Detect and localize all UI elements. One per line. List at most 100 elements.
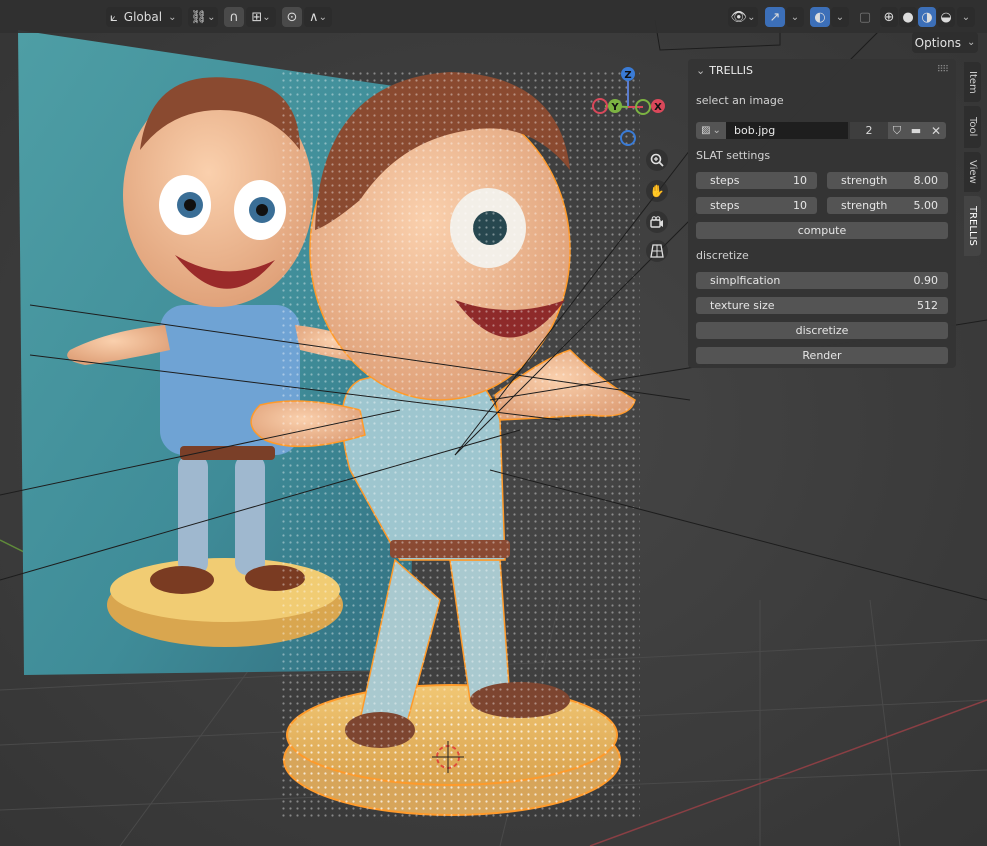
visibility-dropdown[interactable]: 👁 ⌄ — [728, 7, 758, 27]
gizmo-toggle[interactable]: ↗ — [765, 7, 785, 27]
open-folder-icon[interactable]: ▬ — [906, 122, 926, 139]
strength-field-2[interactable]: strength 5.00 — [827, 197, 948, 214]
steps-label: steps — [710, 199, 740, 212]
navigation-gizmo[interactable]: Z X Y — [588, 62, 673, 152]
slat-settings-label: SLAT settings — [696, 149, 771, 162]
strength-field-1[interactable]: strength 8.00 — [827, 172, 948, 189]
tab-tool[interactable]: Tool — [964, 106, 981, 148]
texture-size-label: texture size — [710, 299, 775, 312]
transform-orientation-dropdown[interactable]: ⟀ Global ⌄ — [106, 7, 182, 27]
chevron-down-icon: ⌄ — [318, 11, 327, 23]
solid-shading-button[interactable]: ● — [899, 7, 917, 27]
chevron-down-icon: ⌄ — [168, 11, 177, 23]
gizmo-x-label: X — [654, 102, 662, 113]
chevron-down-icon: ⌄ — [747, 11, 756, 23]
gizmo-icon: ↗ — [769, 9, 781, 25]
chevron-down-icon: ⌄ — [207, 11, 216, 23]
chevron-down-icon: ⌄ — [961, 11, 971, 23]
solid-sphere-icon: ● — [902, 9, 914, 25]
gizmo-z-label: Z — [624, 70, 631, 81]
material-preview-button[interactable]: ◑ — [918, 7, 936, 27]
pivot-point-dropdown[interactable]: ⛓ ⌄ — [188, 7, 218, 27]
viewport-header: ⟀ Global ⌄ ⛓ ⌄ ∩ ⊞ ⌄ ⊙ ∧ ⌄ 👁 ⌄ ↗ ⌄ ◐ ⌄ ▢ ⊕ ●… — [0, 0, 987, 33]
zoom-icon[interactable] — [646, 149, 668, 171]
perspective-grid-icon[interactable] — [646, 240, 668, 262]
strength-value: 8.00 — [913, 174, 939, 187]
image-users-count[interactable]: 2 — [850, 122, 888, 139]
simplification-label: simplfication — [710, 274, 781, 287]
proportional-editing-toggle[interactable]: ⊙ — [282, 7, 302, 27]
image-browse-dropdown[interactable]: ▨ ⌄ — [696, 122, 726, 139]
chevron-down-icon: ⌄ — [835, 11, 845, 23]
magnet-icon: ∩ — [229, 9, 239, 25]
snap-increment-icon: ⊞ — [251, 9, 263, 25]
gizmo-y-label: Y — [610, 102, 619, 113]
material-sphere-icon: ◑ — [921, 9, 933, 25]
image-name-field[interactable]: bob.jpg — [726, 122, 848, 139]
compute-button[interactable]: compute — [696, 222, 948, 239]
orientation-axes-icon: ⟀ — [110, 9, 118, 25]
steps-value: 10 — [793, 174, 807, 187]
xray-toggle[interactable]: ▢ — [856, 7, 874, 27]
strength-label: strength — [841, 199, 888, 212]
options-label: Options — [914, 35, 961, 50]
chevron-down-icon: ⌄ — [712, 125, 721, 136]
tab-trellis-label: TRELLIS — [967, 206, 978, 246]
steps-field-2[interactable]: steps 10 — [696, 197, 817, 214]
pan-hand-icon[interactable]: ✋ — [646, 180, 668, 202]
texture-size-value: 512 — [917, 299, 938, 312]
chevron-down-icon: ⌄ — [966, 37, 976, 48]
tab-view[interactable]: View — [964, 152, 981, 192]
pivot-link-icon: ⛓ — [190, 9, 208, 25]
camera-view-icon[interactable] — [646, 211, 668, 233]
snap-target-dropdown[interactable]: ⊞ ⌄ — [246, 7, 276, 27]
image-icon: ▨ — [701, 125, 711, 136]
steps-field-1[interactable]: steps 10 — [696, 172, 817, 189]
simplification-value: 0.90 — [913, 274, 939, 287]
rendered-shading-button[interactable]: ◒ — [937, 7, 955, 27]
panel-title: TRELLIS — [709, 64, 754, 77]
eye-icon: 👁 — [730, 9, 748, 25]
snap-toggle[interactable]: ∩ — [224, 7, 244, 27]
tab-tool-label: Tool — [967, 117, 978, 137]
texture-size-field[interactable]: texture size 512 — [696, 297, 948, 314]
overlays-toggle[interactable]: ◐ — [810, 7, 830, 27]
unlink-close-icon[interactable]: ✕ — [926, 122, 946, 139]
tab-view-label: View — [967, 160, 978, 184]
chevron-down-icon: ⌄ — [262, 11, 271, 23]
strength-value: 5.00 — [913, 199, 939, 212]
discretize-section-label: discretize — [696, 249, 749, 262]
orientation-label: Global — [123, 10, 163, 24]
options-dropdown[interactable]: Options ⌄ — [912, 32, 978, 53]
gizmo-dropdown[interactable]: ⌄ — [786, 7, 804, 27]
strength-label: strength — [841, 174, 888, 187]
chevron-down-icon: ⌄ — [790, 11, 800, 23]
simplification-field[interactable]: simplfication 0.90 — [696, 272, 948, 289]
image-selector: ▨ ⌄ bob.jpg 2 ⛉ ▬ ✕ — [696, 122, 948, 139]
panel-header[interactable]: ⌄ TRELLIS — [696, 64, 753, 77]
steps-label: steps — [710, 174, 740, 187]
tab-trellis[interactable]: TRELLIS — [964, 196, 981, 256]
fake-user-shield-icon[interactable]: ⛉ — [888, 122, 906, 139]
point-cloud-model[interactable] — [250, 70, 640, 820]
discretize-button[interactable]: discretize — [696, 322, 948, 339]
gizmo-y-negative[interactable] — [592, 98, 608, 114]
wireframe-shading-button[interactable]: ⊕ — [880, 7, 898, 27]
render-button[interactable]: Render — [696, 347, 948, 364]
drag-handle-icon[interactable]: ⠿⠿ — [937, 65, 949, 75]
overlays-dropdown[interactable]: ⌄ — [831, 7, 849, 27]
tab-item-label: Item — [967, 70, 978, 94]
shading-dropdown[interactable]: ⌄ — [957, 7, 975, 27]
falloff-curve-icon: ∧ — [309, 9, 319, 25]
falloff-dropdown[interactable]: ∧ ⌄ — [304, 7, 332, 27]
xray-icon: ▢ — [858, 9, 872, 25]
trellis-panel: ⌄ TRELLIS ⠿⠿ select an image ▨ ⌄ bob.jpg… — [688, 59, 956, 368]
collapse-chevron-icon: ⌄ — [696, 64, 706, 77]
gizmo-z-negative[interactable] — [620, 130, 636, 146]
wireframe-sphere-icon: ⊕ — [883, 9, 895, 25]
tab-item[interactable]: Item — [964, 62, 981, 102]
steps-value: 10 — [793, 199, 807, 212]
select-image-label: select an image — [696, 94, 784, 107]
proportional-edit-icon: ⊙ — [286, 9, 298, 25]
rendered-sphere-icon: ◒ — [940, 9, 952, 25]
